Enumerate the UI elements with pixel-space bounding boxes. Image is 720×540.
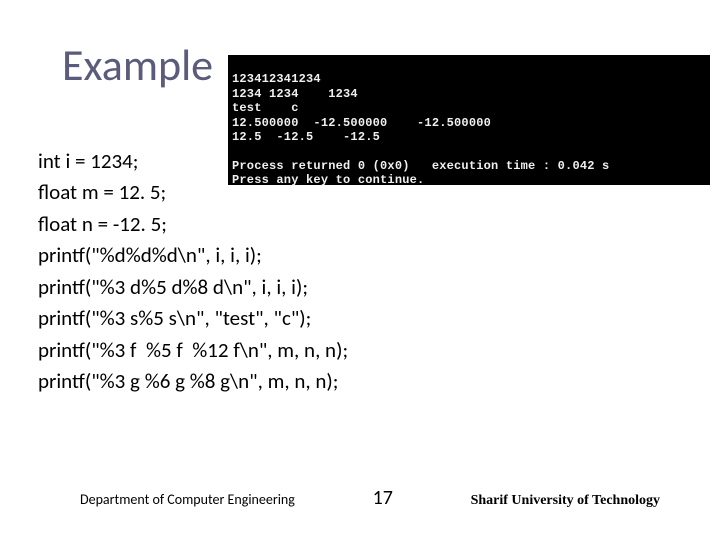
code-line: float n = -12. 5; — [38, 211, 167, 237]
code-line: printf("%d%d%d\n", i, i, i); — [38, 242, 262, 268]
slide-footer: Department of Computer Engineering 17 Sh… — [0, 486, 720, 510]
code-line: printf("%3 s%5 s\n", "test", "c"); — [38, 305, 311, 331]
code-line: int i = 1234; — [38, 148, 138, 174]
code-line: printf("%3 g %6 g %8 g\n", m, n, n); — [38, 368, 338, 394]
footer-university: Sharif University of Technology — [471, 493, 660, 509]
console-line: 123412341234 — [232, 72, 321, 86]
code-line: printf("%3 f %5 f %12 f\n", m, n, n); — [38, 337, 348, 363]
console-line: 1234 1234 1234 — [232, 87, 358, 101]
code-listing: int i = 1234; float m = 12. 5; float n =… — [38, 114, 348, 398]
footer-page-number: 17 — [373, 486, 393, 510]
code-line: printf("%3 d%5 d%8 d\n", i, i, i); — [38, 274, 308, 300]
slide-title: Example — [62, 38, 213, 92]
code-line: float m = 12. 5; — [38, 179, 166, 205]
footer-department: Department of Computer Engineering — [80, 491, 295, 508]
